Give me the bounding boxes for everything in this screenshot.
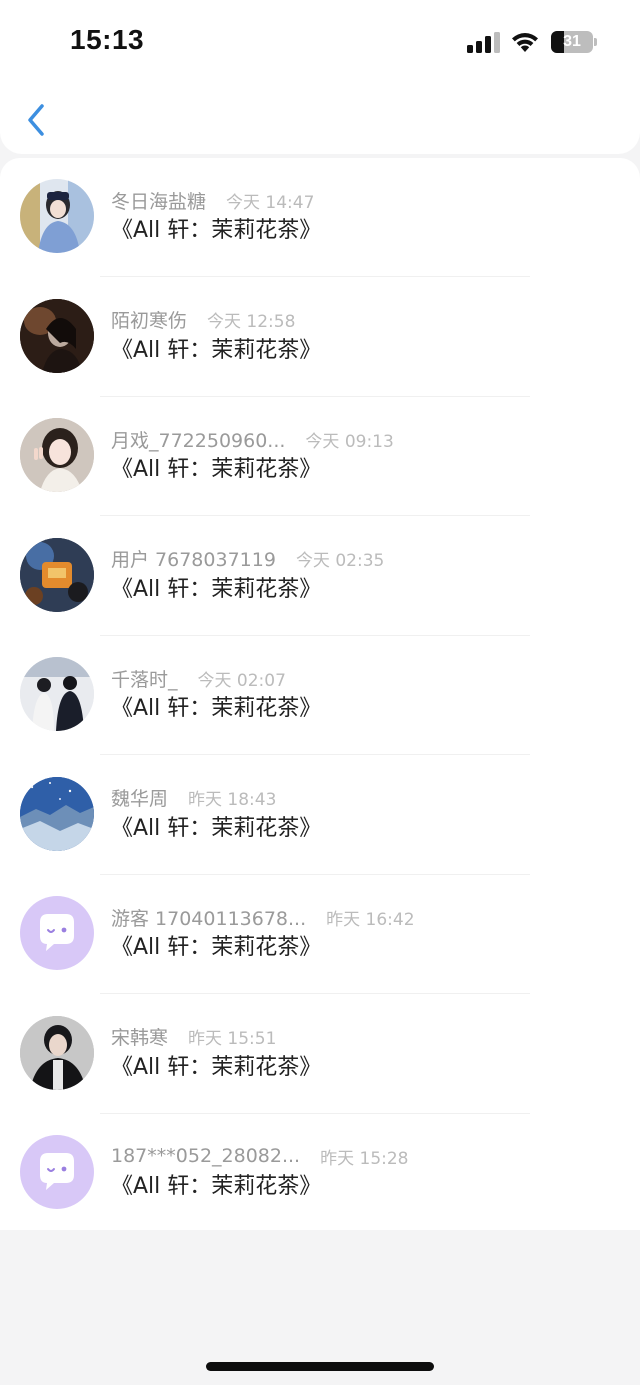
message-list: 冬日海盐糖 今天 14:47 《All 轩：茉莉花茶》 陌初寒伤 今天 12:5… xyxy=(0,158,640,1230)
message-meta: 冬日海盐糖 今天 14:47 xyxy=(111,185,314,215)
message-meta: 月戏_772250960... 今天 09:13 xyxy=(111,424,394,454)
message-time: 昨天 15:28 xyxy=(320,1148,409,1169)
message-meta: 陌初寒伤 今天 12:58 xyxy=(111,305,295,335)
sender-name[interactable]: 用户 7678037119 xyxy=(111,545,276,572)
status-bar: 15:13 31 xyxy=(0,0,640,86)
message-row[interactable]: 游客 17040113678... 昨天 16:42 《All 轩：茉莉花茶》 xyxy=(0,875,640,994)
status-time: 15:13 xyxy=(70,24,145,55)
avatar[interactable] xyxy=(20,776,94,851)
message-time: 今天 02:07 xyxy=(197,670,286,691)
message-row[interactable]: 魏华周 昨天 18:43 《All 轩：茉莉花茶》 xyxy=(0,756,640,875)
home-indicator xyxy=(206,1362,434,1371)
message-text: 《All 轩：茉莉花茶》 xyxy=(111,1054,322,1080)
battery-level: 31 xyxy=(563,33,581,50)
message-time: 今天 09:13 xyxy=(305,431,394,452)
sender-name[interactable]: 游客 17040113678... xyxy=(111,904,306,931)
wifi-icon xyxy=(512,33,538,52)
avatar[interactable] xyxy=(20,896,94,970)
avatar[interactable] xyxy=(20,179,94,253)
message-row[interactable]: 千落时_ 今天 02:07 《All 轩：茉莉花茶》 xyxy=(0,636,640,755)
message-row[interactable]: 宋韩寒 昨天 15:51 《All 轩：茉莉花茶》 xyxy=(0,995,640,1114)
avatar[interactable] xyxy=(20,657,94,731)
avatar[interactable] xyxy=(20,1015,94,1090)
avatar[interactable] xyxy=(20,298,94,373)
message-row[interactable]: 月戏_772250960... 今天 09:13 《All 轩：茉莉花茶》 xyxy=(0,397,640,516)
message-row[interactable]: 用户 7678037119 今天 02:35 《All 轩：茉莉花茶》 xyxy=(0,517,640,636)
message-row[interactable]: 陌初寒伤 今天 12:58 《All 轩：茉莉花茶》 xyxy=(0,278,640,397)
message-row[interactable]: 冬日海盐糖 今天 14:47 《All 轩：茉莉花茶》 xyxy=(0,158,640,277)
message-meta: 魏华周 昨天 18:43 xyxy=(111,783,276,813)
message-time: 今天 12:58 xyxy=(207,312,296,332)
message-meta: 宋韩寒 昨天 15:51 xyxy=(111,1022,276,1052)
sender-name[interactable]: 魏华周 xyxy=(111,784,168,811)
message-meta: 千落时_ 今天 02:07 xyxy=(111,663,286,693)
message-time: 昨天 15:51 xyxy=(188,1029,277,1049)
message-meta: 游客 17040113678... 昨天 16:42 xyxy=(111,902,415,932)
avatar[interactable] xyxy=(20,537,94,612)
message-text: 《All 轩：茉莉花茶》 xyxy=(111,935,322,960)
message-time: 昨天 16:42 xyxy=(326,909,415,930)
message-meta: 用户 7678037119 今天 02:35 xyxy=(111,544,384,574)
signal-icon xyxy=(467,32,500,53)
message-meta: 187***052_28082... 昨天 15:28 xyxy=(111,1141,409,1171)
message-text: 《All 轩：茉莉花茶》 xyxy=(111,576,322,602)
sender-name[interactable]: 月戏_772250960... xyxy=(111,426,285,453)
sender-name[interactable]: 187***052_28082... xyxy=(111,1145,300,1167)
message-text: 《All 轩：茉莉花茶》 xyxy=(111,696,322,721)
sender-name[interactable]: 千落时_ xyxy=(111,665,178,692)
message-row[interactable]: 187***052_28082... 昨天 15:28 《All 轩：茉莉花茶》 xyxy=(0,1114,640,1233)
message-text: 《All 轩：茉莉花茶》 xyxy=(111,457,322,482)
message-text: 《All 轩：茉莉花茶》 xyxy=(111,815,322,841)
sender-name[interactable]: 陌初寒伤 xyxy=(111,306,187,333)
battery-icon: 31 xyxy=(551,31,597,53)
avatar[interactable] xyxy=(20,1135,94,1209)
message-text: 《All 轩：茉莉花茶》 xyxy=(111,1174,322,1199)
message-time: 今天 14:47 xyxy=(226,192,315,213)
sender-name[interactable]: 宋韩寒 xyxy=(111,1023,168,1050)
back-button[interactable] xyxy=(18,100,54,140)
message-time: 今天 02:35 xyxy=(295,551,385,571)
sender-name[interactable]: 冬日海盐糖 xyxy=(111,187,206,214)
chevron-left-icon xyxy=(28,104,44,136)
message-time: 昨天 18:43 xyxy=(188,790,277,810)
avatar[interactable] xyxy=(20,418,94,492)
nav-bar xyxy=(0,86,640,154)
message-text: 《All 轩：茉莉花茶》 xyxy=(111,337,322,363)
message-text: 《All 轩：茉莉花茶》 xyxy=(111,218,322,243)
